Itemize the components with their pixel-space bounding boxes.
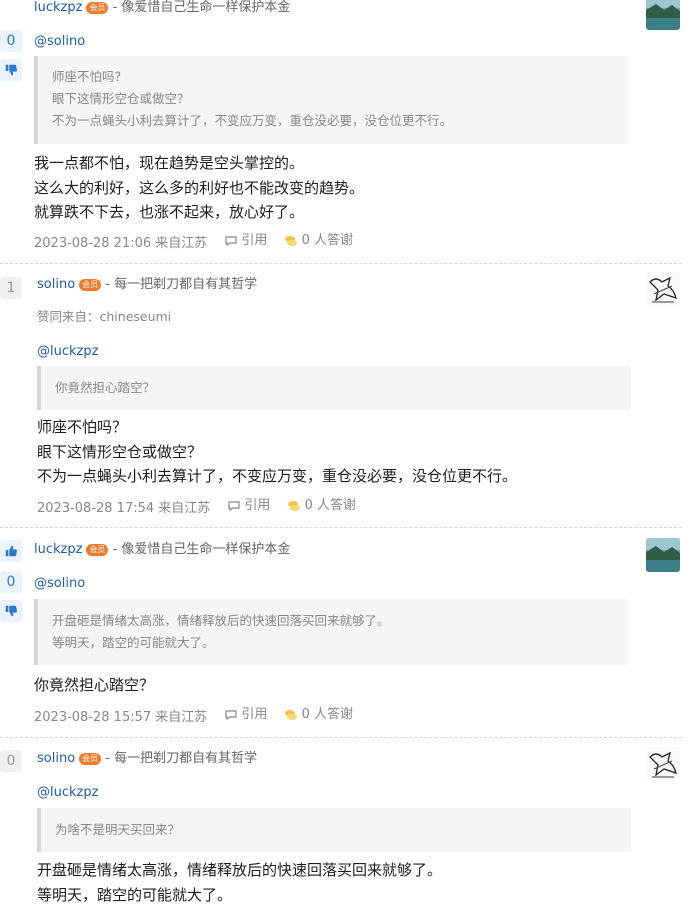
coins-icon <box>284 709 298 721</box>
thanks-label: 0 人答谢 <box>302 232 353 250</box>
quote-label: 引用 <box>241 706 267 724</box>
post-meta: 2023-08-28 21:06 来自江苏 引用 0 人答谢 <box>34 232 353 253</box>
mention-link[interactable]: @luckzpz <box>37 343 98 361</box>
upvote-button[interactable] <box>0 540 22 562</box>
post-header: solino 会员 - 每一把剃刀都自有其哲学 <box>37 276 257 294</box>
vote-count: 0 <box>0 30 22 52</box>
coins-icon <box>287 500 301 512</box>
member-badge: 会员 <box>79 279 101 291</box>
comment-icon <box>225 709 237 721</box>
quote-line: 师座不怕吗？ <box>52 66 628 88</box>
signature: - 像爱惜自己生命一样保护本金 <box>113 0 291 15</box>
quote-line: 等明天，踏空的可能就大了。 <box>52 632 628 654</box>
quote-line: 不为一点蝇头小利去算计了，不变应万变，重仓没必要，没仓位更不行。 <box>52 110 628 132</box>
signature: - 每一把剃刀都自有其哲学 <box>105 277 257 292</box>
post-header: luckzpz 会员 - 像爱惜自己生命一样保护本金 <box>34 0 290 17</box>
vote-count: 0 <box>0 750 22 772</box>
reply-post: 1 solino 会员 - 每一把剃刀都自有其哲学 赞同来自：chineseumi… <box>0 263 694 527</box>
body-line: 就算跌不下去，也涨不起来，放心好了。 <box>34 200 364 225</box>
avatar[interactable] <box>646 0 680 30</box>
quote-block: 开盘砸是情绪太高涨，情绪释放后的快速回落买回来就够了。 等明天，踏空的可能就大了… <box>34 599 628 665</box>
body-line: 眼下这情形空仓或做空？ <box>37 440 517 465</box>
endorsement: 赞同来自：chineseumi <box>37 308 171 326</box>
member-badge: 会员 <box>79 753 101 765</box>
quote-label: 引用 <box>241 232 267 250</box>
username-link[interactable]: luckzpz <box>34 542 82 557</box>
post-body: 我一点都不怕，现在趋势是空头掌控的。 这么大的利好，这么多的利好也不能改变的趋势… <box>34 151 364 225</box>
post-body: 师座不怕吗？ 眼下这情形空仓或做空？ 不为一点蝇头小利去算计了，不变应万变，重仓… <box>37 415 517 489</box>
post-body: 开盘砸是情绪太高涨，情绪释放后的快速回落买回来就够了。 等明天，踏空的可能就大了… <box>37 858 442 907</box>
mention-link[interactable]: @solino <box>34 33 85 51</box>
avatar-image <box>646 538 680 572</box>
avatar-image <box>646 272 680 306</box>
quote-block: 师座不怕吗？ 眼下这情形空仓或做空？ 不为一点蝇头小利去算计了，不变应万变，重仓… <box>34 56 628 144</box>
post-meta: 2023-08-28 15:57 来自江苏 引用 0 人答谢 <box>34 706 353 727</box>
timestamp: 2023-08-28 21:06 来自江苏 <box>34 236 207 251</box>
username-link[interactable]: solino <box>37 751 75 766</box>
quote-line: 眼下这情形空仓或做空？ <box>52 88 628 110</box>
mention-link[interactable]: @luckzpz <box>37 784 98 802</box>
thanks-label: 0 人答谢 <box>302 706 353 724</box>
avatar[interactable] <box>646 538 680 572</box>
username-link[interactable]: solino <box>37 277 75 292</box>
vote-count: 0 <box>0 571 22 593</box>
quote-block: 为啥不是明天买回来？ <box>37 808 631 852</box>
timestamp: 2023-08-28 15:57 来自江苏 <box>34 710 207 725</box>
body-line: 等明天，踏空的可能就大了。 <box>37 883 442 907</box>
body-line: 师座不怕吗？ <box>37 415 517 440</box>
avatar[interactable] <box>646 747 680 781</box>
signature: - 像爱惜自己生命一样保护本金 <box>113 542 291 557</box>
downvote-button[interactable] <box>0 59 22 81</box>
body-line: 你竟然担心踏空？ <box>34 673 154 698</box>
downvote-button[interactable] <box>0 600 22 622</box>
timestamp: 2023-08-28 17:54 来自江苏 <box>37 501 210 516</box>
member-badge: 会员 <box>86 2 108 14</box>
body-line: 不为一点蝇头小利去算计了，不变应万变，重仓没必要，没仓位更不行。 <box>37 464 517 489</box>
member-badge: 会员 <box>86 544 108 556</box>
thanks-button[interactable]: 0 人答谢 <box>284 706 353 724</box>
post-body: 你竟然担心踏空？ <box>34 673 154 698</box>
avatar-image <box>646 747 680 781</box>
quote-button[interactable]: 引用 <box>225 706 267 724</box>
mention-link[interactable]: @solino <box>34 575 85 593</box>
quote-block: 你竟然担心踏空？ <box>37 366 631 410</box>
vote-count: 1 <box>0 277 22 299</box>
signature: - 每一把剃刀都自有其哲学 <box>105 751 257 766</box>
body-line: 我一点都不怕，现在趋势是空头掌控的。 <box>34 151 364 176</box>
thumbs-up-icon <box>4 544 18 558</box>
avatar-image <box>646 0 680 30</box>
thanks-button[interactable]: 0 人答谢 <box>287 497 356 515</box>
thanks-button[interactable]: 0 人答谢 <box>284 232 353 250</box>
quote-line: 你竟然担心踏空？ <box>55 377 631 399</box>
avatar[interactable] <box>646 272 680 306</box>
thumbs-down-icon <box>4 604 18 618</box>
body-line: 开盘砸是情绪太高涨，情绪释放后的快速回落买回来就够了。 <box>37 858 442 883</box>
reply-post: 0 solino 会员 - 每一把剃刀都自有其哲学 @luckzpz 为啥不是明天… <box>0 737 694 905</box>
quote-label: 引用 <box>244 497 270 515</box>
quote-line: 为啥不是明天买回来？ <box>55 819 631 841</box>
quote-button[interactable]: 引用 <box>228 497 270 515</box>
quote-line: 开盘砸是情绪太高涨，情绪释放后的快速回落买回来就够了。 <box>52 610 628 632</box>
thumbs-down-icon <box>4 63 18 77</box>
post-header: solino 会员 - 每一把剃刀都自有其哲学 <box>37 750 257 768</box>
post-meta: 2023-08-28 17:54 来自江苏 引用 0 人答谢 <box>37 497 356 518</box>
reply-post: 0 luckzpz 会员 - 像爱惜自己生命一样保护本金 @solino 开盘砸是… <box>0 527 694 737</box>
thanks-label: 0 人答谢 <box>305 497 356 515</box>
comment-icon <box>228 500 240 512</box>
reply-post: 0 luckzpz 会员 - 像爱惜自己生命一样保护本金 @solino 师座不怕… <box>0 0 694 262</box>
comment-icon <box>225 235 237 247</box>
quote-button[interactable]: 引用 <box>225 232 267 250</box>
body-line: 这么大的利好，这么多的利好也不能改变的趋势。 <box>34 176 364 201</box>
coins-icon <box>284 235 298 247</box>
post-header: luckzpz 会员 - 像爱惜自己生命一样保护本金 <box>34 541 290 559</box>
username-link[interactable]: luckzpz <box>34 0 82 15</box>
